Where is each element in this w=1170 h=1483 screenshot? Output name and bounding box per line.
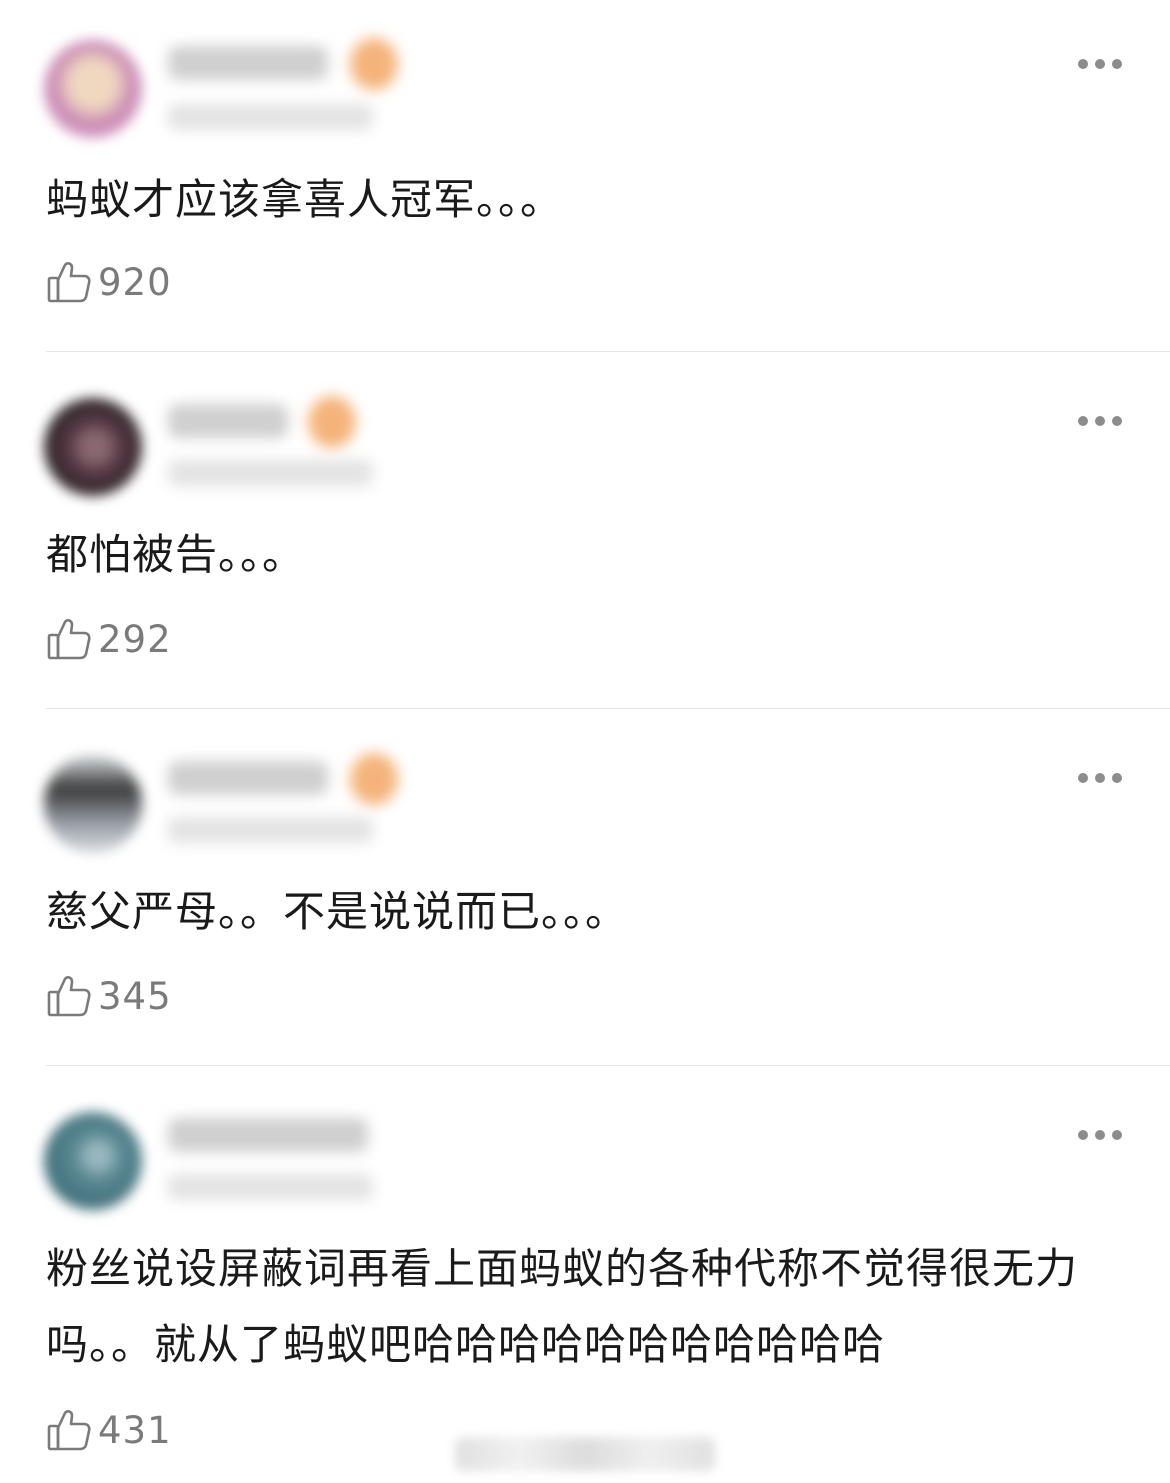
comment-text: 粉丝说设屏蔽词再看上面蚂蚁的各种代称不觉得很无力吗。。就从了蚂蚁吧哈哈哈哈哈哈哈… [46,1244,1079,1369]
thumbs-up-icon [47,976,91,1017]
avatar[interactable] [44,398,142,496]
comment-text: 都怕被告。。。 [46,530,306,579]
comment-text: 蚂蚁才应该拿喜人冠军。。。 [46,175,564,224]
thumbs-up-icon [47,262,91,303]
comment-meta-blurred [168,1174,373,1200]
badge-icon [350,753,398,805]
comment-item: 粉丝说设屏蔽词再看上面蚂蚁的各种代称不觉得很无力吗。。就从了蚂蚁吧哈哈哈哈哈哈哈… [0,1066,1170,1483]
comment-meta-blurred [168,460,373,486]
thumbs-up-icon [47,619,91,660]
comment-text: 慈父严母。。不是说说而已。。。 [46,887,629,936]
like-count: 920 [98,260,172,304]
avatar[interactable] [44,1112,142,1210]
badge-icon [308,396,356,448]
more-icon[interactable] [1078,58,1122,70]
avatar[interactable] [44,755,142,853]
more-icon[interactable] [1078,772,1122,784]
username-blurred[interactable] [168,761,328,795]
like-button[interactable]: 345 [46,972,172,1020]
more-icon[interactable] [1078,415,1122,427]
comment-item: 慈父严母。。不是说说而已。。。 345 [0,709,1170,1066]
like-button[interactable]: 920 [46,258,172,306]
comment-item: 都怕被告。。。 292 [0,352,1170,709]
thumbs-up-icon [47,1410,91,1451]
more-icon[interactable] [1078,1129,1122,1141]
like-count: 431 [98,1408,172,1452]
username-blurred[interactable] [168,46,328,80]
watermark-blurred [455,1437,715,1471]
like-button[interactable]: 292 [46,615,172,663]
like-button[interactable]: 431 [46,1406,172,1454]
comment-meta-blurred [168,817,373,843]
comment-item: 蚂蚁才应该拿喜人冠军。。。 920 [0,0,1170,352]
avatar[interactable] [44,40,142,138]
like-count: 292 [98,617,172,661]
like-count: 345 [98,974,172,1018]
username-blurred[interactable] [168,1118,368,1152]
comment-meta-blurred [168,104,373,130]
badge-icon [350,38,398,90]
username-blurred[interactable] [168,404,288,438]
